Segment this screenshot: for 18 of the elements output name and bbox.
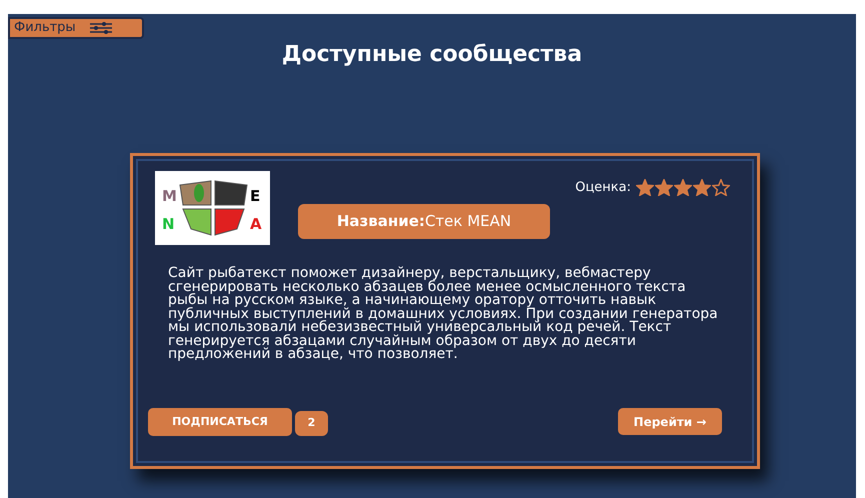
star-icon — [655, 179, 673, 196]
star-icon — [674, 179, 692, 196]
sliders-icon — [90, 22, 112, 34]
logo-letter: M — [162, 186, 177, 207]
star-icon — [693, 179, 711, 196]
logo-letter: E — [250, 186, 260, 207]
community-name: Название:Стек MEAN — [336, 211, 512, 232]
logo-letter: A — [250, 214, 262, 235]
go-button[interactable]: Перейти → — [618, 408, 722, 435]
star-icon — [636, 179, 654, 196]
subscribe-button[interactable]: ПОДПИСАТЬСЯ — [148, 408, 292, 436]
subscriber-count: 2 — [295, 411, 328, 436]
filters-button[interactable]: Фильтры — [8, 17, 144, 39]
logo-letter: N — [162, 214, 175, 235]
description: Сайт рыбатекст поможет дизайнеру, верстальщику, вебмастеру сгенерировать несколько абзацев более менее осмысленного текста рыбы на русском языке, а начинающему оратору отточить навык публичных выступлений в домашних условиях. При создании генератора мы использовали небезизвестный универсальный код речей. Текст генерируется абзацами случайным образом от двух до десяти предложений в абзаце, что позволяет. — [168, 267, 719, 362]
rating-label: Оценка: — [575, 179, 631, 197]
page-title: Доступные сообщества — [280, 41, 584, 69]
shield-drawing — [179, 180, 248, 236]
